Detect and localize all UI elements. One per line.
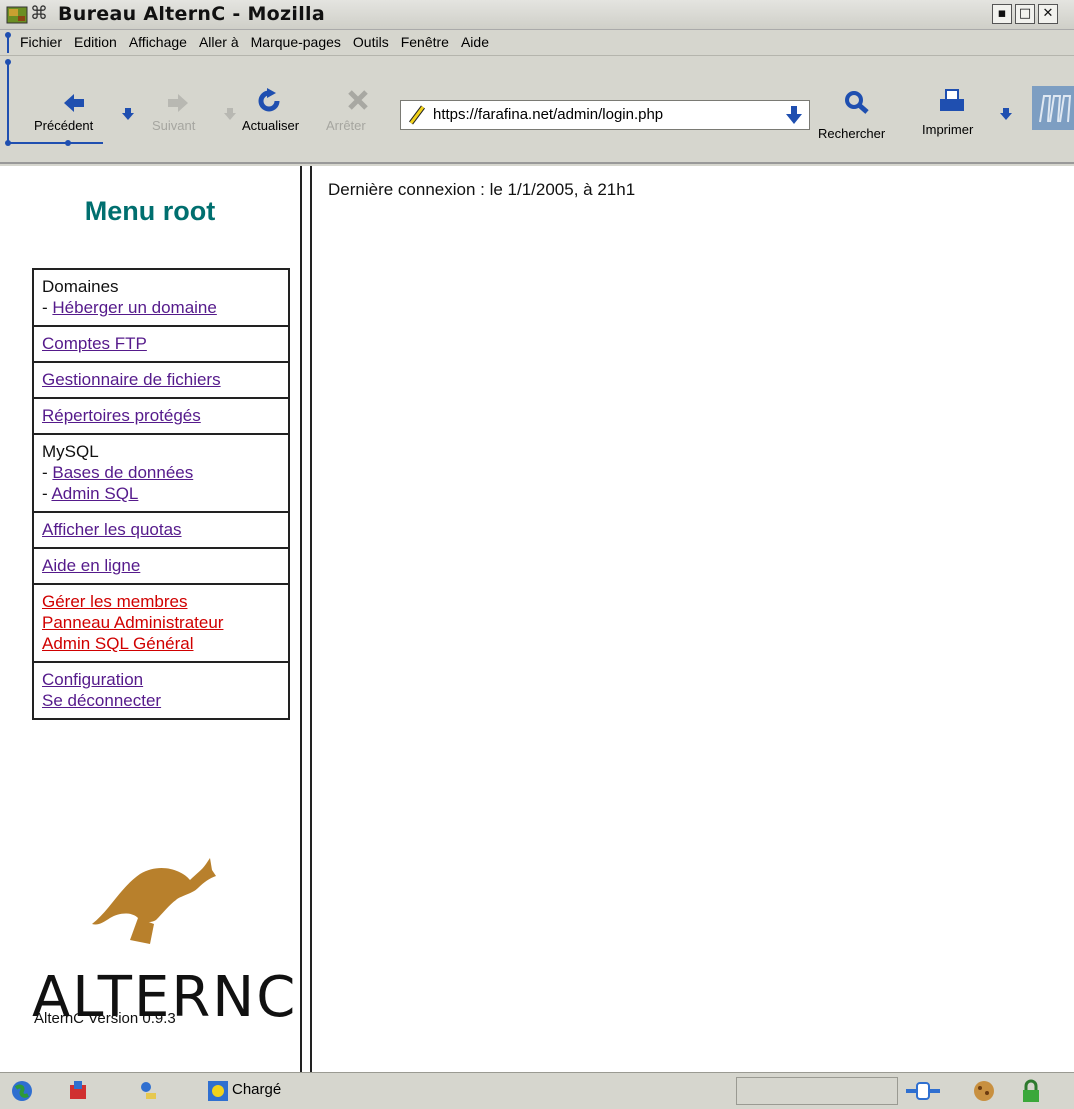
menu-cell-ftp: Comptes FTP <box>34 327 288 363</box>
last-connection-text: Dernière connexion : le 1/1/2005, à 21h1 <box>328 180 636 199</box>
menu-aller[interactable]: Aller à <box>199 34 239 50</box>
menu-fenetre[interactable]: Fenêtre <box>401 34 449 50</box>
close-button[interactable]: ✕ <box>1038 4 1058 24</box>
chevron-down-icon[interactable] <box>122 108 134 120</box>
page-proxy-icon[interactable] <box>407 105 429 125</box>
navigator-icon[interactable] <box>10 1079 34 1103</box>
lock-icon[interactable] <box>1020 1079 1042 1103</box>
menu-cell-help: Aide en ligne <box>34 549 288 585</box>
reload-icon[interactable] <box>256 88 282 114</box>
mozilla-window-icon <box>6 6 28 24</box>
reload-button[interactable]: Actualiser <box>242 118 299 133</box>
stop-icon <box>348 90 368 110</box>
print-button[interactable]: Imprimer <box>922 122 973 137</box>
window-title: Bureau AlternC - Mozilla <box>58 3 325 25</box>
admin-sql-general-link[interactable]: Admin SQL Général <box>42 634 194 653</box>
menu-edition[interactable]: Edition <box>74 34 117 50</box>
menu-affichage[interactable]: Affichage <box>129 34 187 50</box>
search-button[interactable]: Rechercher <box>818 126 885 141</box>
stop-button[interactable]: Arrêter <box>326 118 366 133</box>
online-plug-icon[interactable] <box>906 1079 940 1103</box>
domains-heading: Domaines <box>42 277 119 296</box>
menu-cell-domains: Domaines - Héberger un domaine <box>34 270 288 327</box>
menu-cell-quotas: Afficher les quotas <box>34 513 288 549</box>
menu-outils[interactable]: Outils <box>353 34 389 50</box>
chat-icon[interactable] <box>136 1079 160 1103</box>
pin-icon[interactable]: ⌘ <box>30 3 48 24</box>
protected-dirs-link[interactable]: Répertoires protégés <box>42 406 201 425</box>
cookie-icon[interactable] <box>972 1079 996 1103</box>
ftp-accounts-link[interactable]: Comptes FTP <box>42 334 147 353</box>
quotas-link[interactable]: Afficher les quotas <box>42 520 182 539</box>
composer-icon[interactable] <box>206 1079 230 1103</box>
menu-cell-admin: Gérer les membres Panneau Administrateur… <box>34 585 288 663</box>
menu-cell-protected: Répertoires protégés <box>34 399 288 435</box>
forward-button[interactable]: Suivant <box>152 118 195 133</box>
help-link[interactable]: Aide en ligne <box>42 556 140 575</box>
toolbar-grip-icon[interactable] <box>4 32 14 54</box>
status-text: Chargé <box>232 1081 282 1098</box>
menu-aide[interactable]: Aide <box>461 34 489 50</box>
databases-link[interactable]: Bases de données <box>52 463 193 482</box>
admin-panel-link[interactable]: Panneau Administrateur <box>42 613 223 632</box>
admin-sql-link[interactable]: Admin SQL <box>51 484 138 503</box>
minimize-button[interactable]: ▪ <box>992 4 1012 24</box>
menu-marque-pages[interactable]: Marque-pages <box>251 34 341 50</box>
menu-cell-mysql: MySQL - Bases de données - Admin SQL <box>34 435 288 513</box>
status-bar: Chargé <box>0 1072 1074 1109</box>
title-bar: ⌘ Bureau AlternC - Mozilla ▪ □ ✕ <box>0 0 1074 30</box>
kangaroo-icon <box>92 858 216 944</box>
menu-cell-files: Gestionnaire de fichiers <box>34 363 288 399</box>
back-button[interactable]: Précédent <box>34 118 93 133</box>
main-content <box>312 166 1074 1072</box>
mozilla-throbber-icon[interactable] <box>1032 86 1074 130</box>
file-manager-link[interactable]: Gestionnaire de fichiers <box>42 370 221 389</box>
version-label: AlternC Version 0.9.3 <box>34 1010 176 1027</box>
navigation-toolbar: Précédent Suivant Actualiser Arrêter htt… <box>0 56 1074 164</box>
chevron-down-icon[interactable] <box>1000 108 1012 120</box>
menu-bar: Fichier Edition Affichage Aller à Marque… <box>0 30 1074 56</box>
frame-divider[interactable] <box>300 166 312 1072</box>
host-domain-link[interactable]: Héberger un domaine <box>52 298 216 317</box>
mail-icon[interactable] <box>66 1079 90 1103</box>
configuration-link[interactable]: Configuration <box>42 670 143 689</box>
search-icon[interactable] <box>844 90 870 114</box>
back-arrow-icon[interactable] <box>62 92 86 114</box>
url-field[interactable]: https://farafina.net/admin/login.php <box>400 100 810 130</box>
url-dropdown-icon[interactable] <box>786 106 802 124</box>
chevron-down-icon <box>224 108 236 120</box>
menu-cell-config: Configuration Se déconnecter <box>34 663 288 718</box>
mysql-heading: MySQL <box>42 442 99 461</box>
progress-panel <box>736 1077 898 1105</box>
url-text[interactable]: https://farafina.net/admin/login.php <box>433 106 663 123</box>
menu-title: Menu root <box>84 196 216 226</box>
sidebar-menu: Domaines - Héberger un domaine Comptes F… <box>32 268 290 720</box>
maximize-button[interactable]: □ <box>1015 4 1035 24</box>
menu-fichier[interactable]: Fichier <box>20 34 62 50</box>
manage-members-link[interactable]: Gérer les membres <box>42 592 187 611</box>
forward-arrow-icon <box>168 94 188 112</box>
logout-link[interactable]: Se déconnecter <box>42 691 161 710</box>
print-icon[interactable] <box>938 88 966 114</box>
toolbar-grip-icon[interactable] <box>4 58 104 162</box>
